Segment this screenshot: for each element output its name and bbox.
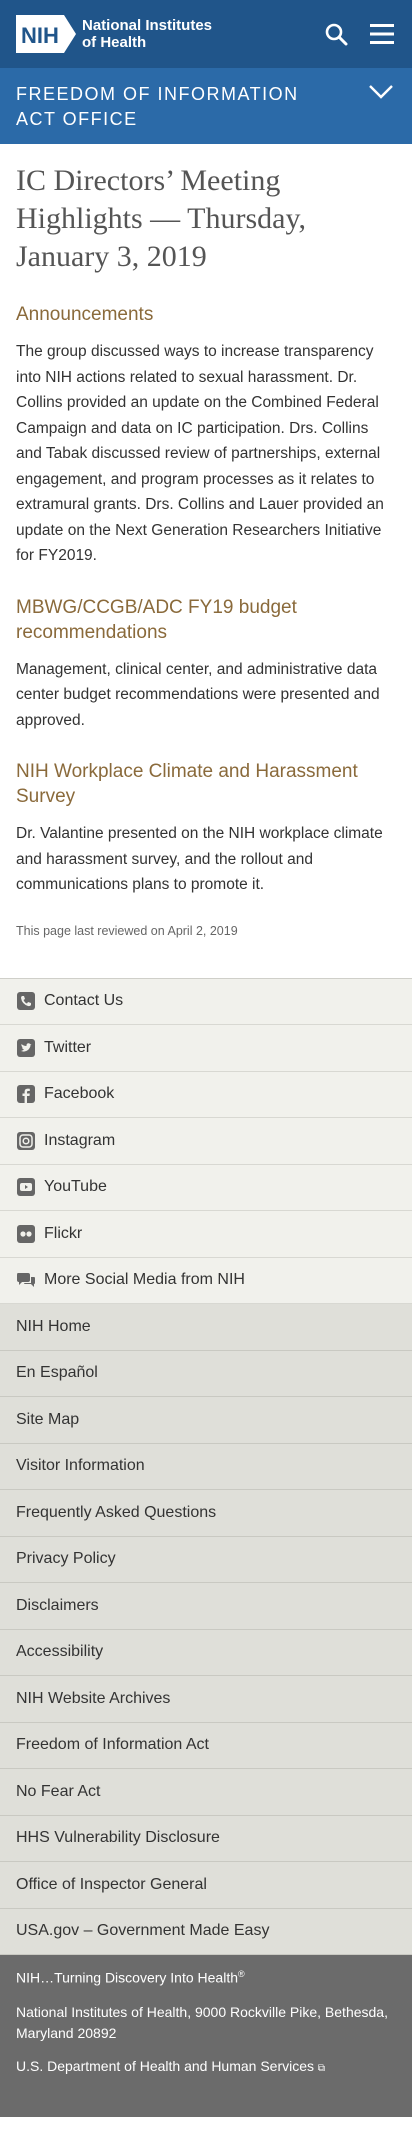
social-label-facebook: Facebook [44, 1085, 115, 1103]
nih-logo[interactable]: NIH National Institutes of Health [16, 15, 222, 53]
site-footer: NIH…Turning Discovery Into Health® Natio… [0, 1955, 412, 2117]
external-link-icon: ⧉ [317, 2062, 326, 2074]
social-item-more[interactable]: More Social Media from NIH [0, 1257, 412, 1304]
footer-tagline-text: NIH…Turning Discovery Into Health [16, 1969, 239, 1986]
footer-link-site-map[interactable]: Site Map [0, 1397, 412, 1444]
section-heading-survey: NIH Workplace Climate and Harassment Sur… [16, 761, 358, 807]
footer-link-foia[interactable]: Freedom of Information Act [0, 1722, 412, 1769]
office-bar[interactable]: FREEDOM OF INFORMATION ACT OFFICE [0, 68, 412, 144]
hamburger-menu-icon[interactable] [368, 20, 396, 48]
footer-link-usa-gov[interactable]: USA.gov – Government Made Easy [0, 1908, 412, 1955]
footer-link-espanol[interactable]: En Español [0, 1350, 412, 1397]
site-header: NIH National Institutes of Health [0, 0, 412, 68]
footer-link-privacy[interactable]: Privacy Policy [0, 1536, 412, 1583]
footer-link-visitor-info[interactable]: Visitor Information [0, 1443, 412, 1490]
social-item-twitter[interactable]: Twitter [0, 1025, 412, 1072]
social-label-twitter: Twitter [44, 1038, 92, 1056]
footer-link-inspector-general[interactable]: Office of Inspector General [0, 1862, 412, 1909]
main-content: IC Directors’ Meeting Highlights — Thurs… [0, 144, 412, 938]
youtube-icon [16, 1177, 36, 1197]
section-text-announcements: The group discussed ways to increase tra… [16, 343, 384, 564]
instagram-icon [16, 1131, 36, 1151]
social-label-flickr: Flickr [44, 1224, 83, 1242]
office-title: FREEDOM OF INFORMATION ACT OFFICE [16, 84, 299, 129]
section-heading-announcements: Announcements [16, 304, 154, 325]
logo-name: National Institutes of Health [82, 17, 213, 51]
chat-bubbles-icon [16, 1270, 36, 1290]
search-icon[interactable] [322, 20, 350, 48]
footer-link-no-fear[interactable]: No Fear Act [0, 1769, 412, 1816]
social-item-youtube[interactable]: YouTube [0, 1164, 412, 1211]
phone-icon [16, 991, 36, 1011]
footer-link-disclaimers[interactable]: Disclaimers [0, 1583, 412, 1630]
flickr-icon [16, 1224, 36, 1244]
social-item-contact[interactable]: Contact Us [0, 978, 412, 1025]
facebook-icon [16, 1084, 36, 1104]
social-item-facebook[interactable]: Facebook [0, 1071, 412, 1118]
page-title: IC Directors’ Meeting Highlights — Thurs… [16, 164, 306, 273]
social-item-instagram[interactable]: Instagram [0, 1118, 412, 1165]
footer-address: National Institutes of Health, 9000 Rock… [16, 2003, 388, 2041]
social-links: Contact Us Twitter Facebook Instagram Yo… [0, 977, 412, 1304]
social-label-more: More Social Media from NIH [44, 1271, 245, 1289]
footer-link-nih-home[interactable]: NIH Home [0, 1304, 412, 1351]
section-text-survey: Dr. Valantine presented on the NIH workp… [16, 825, 383, 893]
section-heading-budget: MBWG/CCGB/ADC FY19 budget recommendation… [16, 596, 297, 643]
social-label-contact: Contact Us [44, 992, 124, 1010]
chevron-down-icon[interactable] [368, 84, 394, 104]
social-item-flickr[interactable]: Flickr [0, 1211, 412, 1258]
social-label-youtube: YouTube [44, 1178, 107, 1196]
footer-tagline: NIH…Turning Discovery Into Health® [16, 1969, 396, 1986]
footer-link-archives[interactable]: NIH Website Archives [0, 1676, 412, 1723]
last-reviewed: This page last reviewed on April 2, 2019 [16, 923, 238, 938]
footer-link-faq[interactable]: Frequently Asked Questions [0, 1490, 412, 1537]
registered-mark: ® [238, 1969, 245, 1979]
svg-text:NIH: NIH [21, 23, 59, 48]
social-label-instagram: Instagram [44, 1131, 116, 1149]
twitter-icon [16, 1038, 36, 1058]
section-text-budget: Management, clinical center, and adminis… [16, 660, 380, 729]
footer-links: NIH Home En Español Site Map Visitor Inf… [0, 1304, 412, 1955]
hhs-link[interactable]: U.S. Department of Health and Human Serv… [16, 2058, 396, 2074]
footer-link-vulnerability[interactable]: HHS Vulnerability Disclosure [0, 1815, 412, 1862]
hhs-link-label: U.S. Department of Health and Human Serv… [16, 2057, 315, 2074]
footer-link-accessibility[interactable]: Accessibility [0, 1629, 412, 1676]
nih-logo-badge: NIH [16, 15, 76, 53]
